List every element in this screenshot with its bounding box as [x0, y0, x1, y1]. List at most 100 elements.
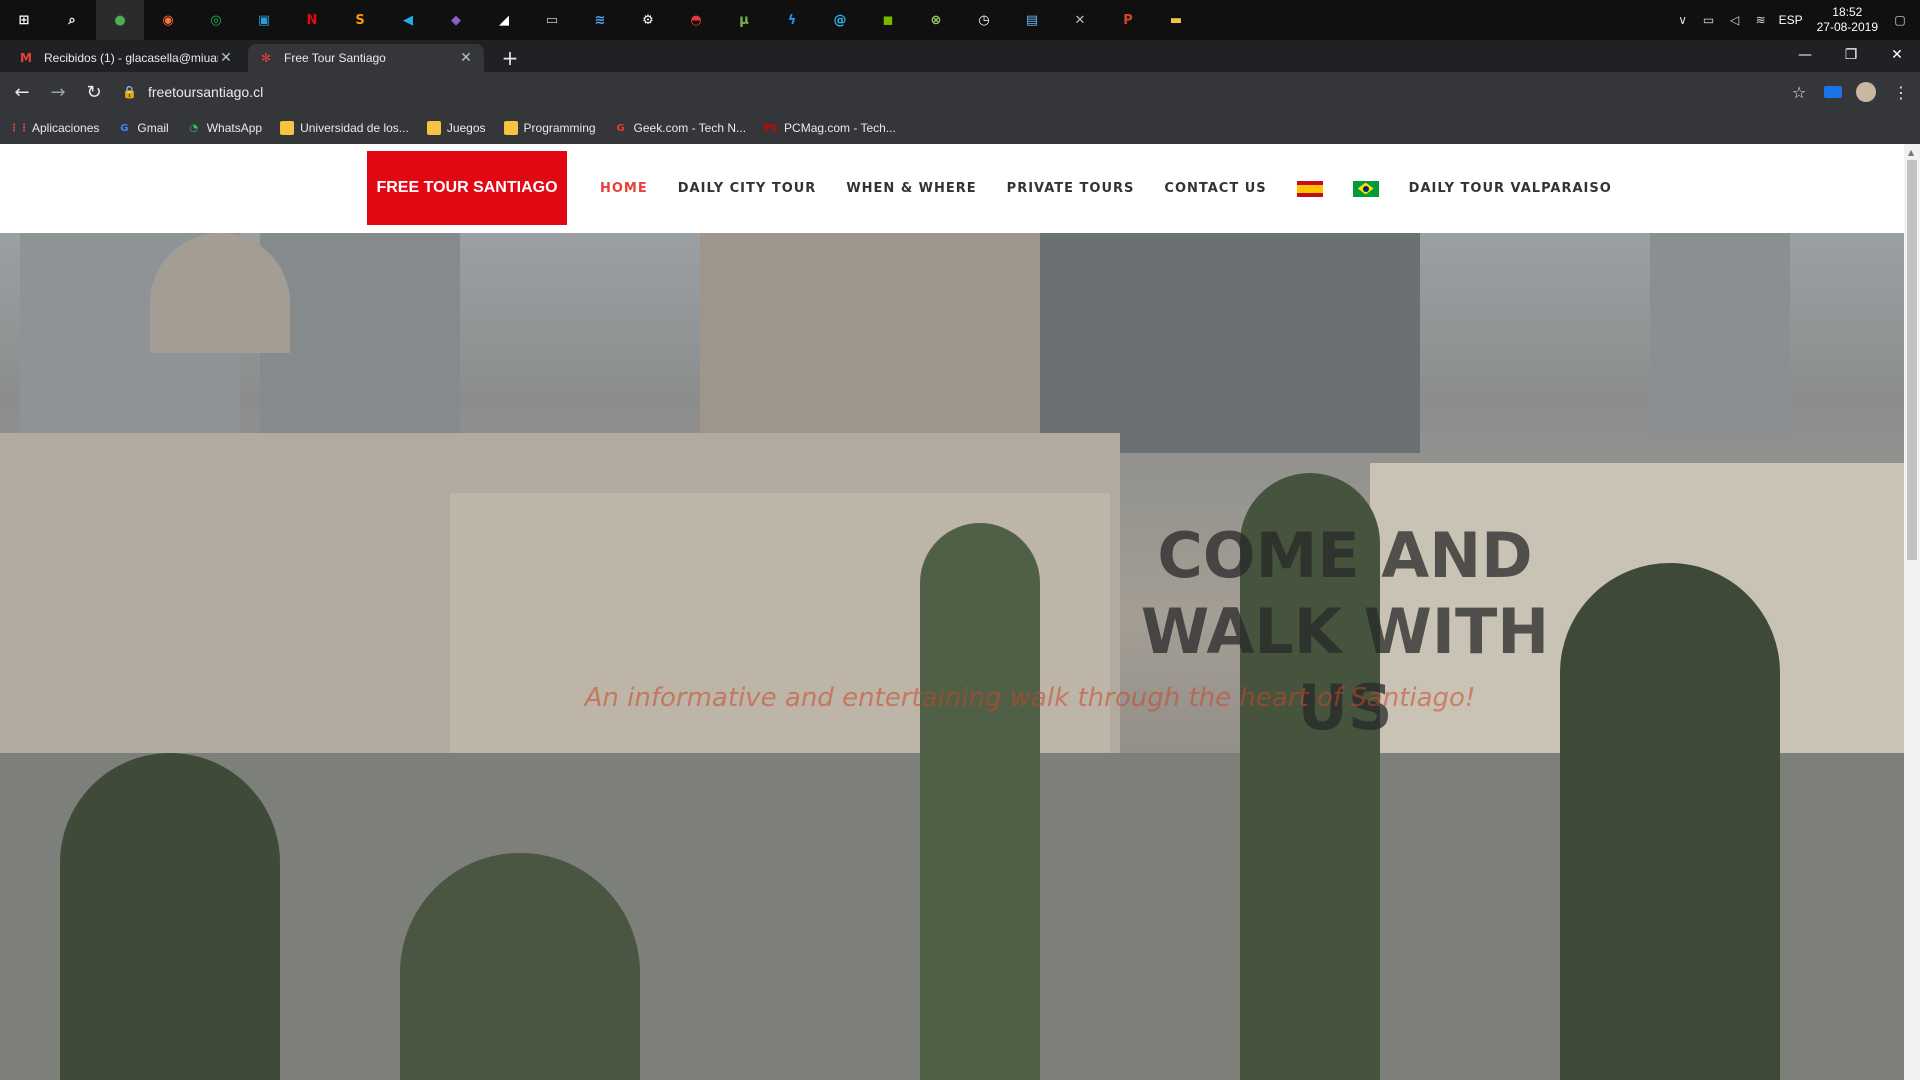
back-button[interactable]: ←	[8, 78, 36, 106]
taskbar-app-spiral-button[interactable]: @	[816, 0, 864, 40]
netflix-icon: N	[306, 12, 318, 28]
taskbar-xbox-button[interactable]: ⊗	[912, 0, 960, 40]
taskbar-search-button[interactable]: ⌕	[48, 0, 96, 40]
terminal-icon: ▭	[545, 12, 559, 28]
site-logo[interactable]: FREE TOUR SANTIAGO	[367, 151, 567, 225]
bookmark-item[interactable]: G Gmail	[117, 121, 168, 135]
new-tab-button[interactable]: +	[496, 44, 524, 72]
address-bar[interactable]: 🔒 freetoursantiago.cl	[118, 77, 1778, 107]
palm-tree	[400, 853, 640, 1080]
scrollbar-thumb[interactable]	[1907, 160, 1917, 560]
brazil-flag-icon[interactable]	[1352, 180, 1379, 197]
bookmark-item[interactable]: Universidad de los...	[280, 121, 409, 135]
menu-when-where[interactable]: WHEN & WHERE	[846, 181, 976, 196]
forward-button[interactable]: →	[44, 78, 72, 106]
bookmark-item[interactable]: PC PCMag.com - Tech...	[764, 121, 896, 135]
taskbar-app-red-button[interactable]: ◓	[672, 0, 720, 40]
extension-icon[interactable]	[1824, 86, 1842, 98]
scroll-up-icon[interactable]: ▲	[1908, 148, 1914, 157]
glass-tower	[1040, 233, 1420, 453]
taskbar-netflix-button[interactable]: N	[288, 0, 336, 40]
taskbar-app-screen-button[interactable]: ▤	[1008, 0, 1056, 40]
google-icon: G	[120, 122, 129, 134]
menu-daily-city-tour[interactable]: DAILY CITY TOUR	[678, 181, 817, 196]
whatsapp-icon: ◔	[189, 122, 199, 134]
tab-close-icon[interactable]: ✕	[218, 50, 234, 66]
bookmark-label: Programming	[523, 121, 596, 135]
notifications-icon[interactable]: ▢	[1892, 13, 1908, 27]
profile-avatar[interactable]	[1856, 82, 1876, 102]
taskbar-app-clock-button[interactable]: ◷	[960, 0, 1008, 40]
taskbar-app-x-button[interactable]: ✕	[1056, 0, 1104, 40]
menu-daily-tour-valparaiso[interactable]: DAILY TOUR VALPARAISO	[1409, 181, 1612, 196]
pcmag-icon: PC	[763, 122, 779, 134]
url-text[interactable]: freetoursantiago.cl	[148, 84, 263, 100]
bookmark-item[interactable]: ⋮⋮ Aplicaciones	[9, 121, 99, 135]
explorer-icon: ▬	[1169, 12, 1183, 28]
palm-tree	[920, 523, 1040, 1080]
taskbar-terminal-button[interactable]: ▭	[528, 0, 576, 40]
spanish-flag-icon[interactable]	[1296, 180, 1323, 197]
lock-icon[interactable]: 🔒	[122, 85, 140, 99]
taskbar-settings-button[interactable]: ⚙	[624, 0, 672, 40]
reload-button[interactable]: ↻	[80, 78, 108, 106]
bookmark-item[interactable]: Juegos	[426, 121, 486, 135]
app-stack-icon: ≋	[594, 12, 606, 28]
taskbar-visual-studio-button[interactable]: ◆	[432, 0, 480, 40]
menu-private-tours[interactable]: PRIVATE TOURS	[1007, 181, 1135, 196]
tab-gmail[interactable]: M Recibidos (1) - glacasella@miuan ✕	[8, 44, 244, 72]
menu-home[interactable]: HOME	[600, 181, 648, 196]
folder-icon	[503, 121, 518, 135]
tab-strip: M Recibidos (1) - glacasella@miuan ✕ ✻ F…	[0, 40, 1920, 72]
taskbar-explorer-button[interactable]: ▬	[1152, 0, 1200, 40]
site-favicon-icon: ✻	[260, 51, 272, 65]
close-window-button[interactable]: ✕	[1874, 40, 1920, 70]
hero-subtitle: An informative and entertaining walk thr…	[584, 683, 1476, 713]
sublime-icon: S	[355, 12, 365, 28]
language-indicator[interactable]: ESP	[1779, 13, 1803, 27]
battery-icon[interactable]: ▭	[1701, 13, 1717, 27]
bookmark-item[interactable]: ◔ WhatsApp	[187, 121, 262, 135]
restore-button[interactable]: ❐	[1828, 40, 1874, 70]
taskbar-nvidia-button[interactable]: ◼	[864, 0, 912, 40]
wifi-icon[interactable]: ≋	[1753, 13, 1769, 27]
taskbar-unity-button[interactable]: ◢	[480, 0, 528, 40]
bookmark-item[interactable]: Programming	[503, 121, 596, 135]
firefox-icon: ◉	[162, 12, 174, 28]
taskbar-powerpoint-button[interactable]: P	[1104, 0, 1152, 40]
xbox-icon: ⊗	[930, 12, 942, 28]
taskbar-spotify-button[interactable]: ◎	[192, 0, 240, 40]
menu-contact-us[interactable]: CONTACT US	[1164, 181, 1266, 196]
bookmark-label: Juegos	[446, 121, 486, 135]
taskbar-vscode-button[interactable]: ◀	[384, 0, 432, 40]
app-bolt-icon: ϟ	[787, 12, 797, 28]
clock[interactable]: 18:52 27-08-2019	[1813, 5, 1882, 35]
volume-icon[interactable]: ◁	[1727, 13, 1743, 27]
tab-free-tour-santiago[interactable]: ✻ Free Tour Santiago ✕	[248, 44, 484, 72]
geek-icon: G	[616, 122, 625, 134]
taskbar-utorrent-button[interactable]: μ	[720, 0, 768, 40]
taskbar-app-stack-button[interactable]: ≋	[576, 0, 624, 40]
taskbar-app-blue-button[interactable]: ▣	[240, 0, 288, 40]
bookmark-label: WhatsApp	[206, 121, 263, 135]
toolbar-actions: ☆ ⋮	[1788, 72, 1912, 112]
clock-time: 18:52	[1832, 5, 1863, 19]
bookmark-star-icon[interactable]: ☆	[1788, 83, 1810, 102]
taskbar-start-button[interactable]: ⊞	[0, 0, 48, 40]
taskbar-firefox-button[interactable]: ◉	[144, 0, 192, 40]
bookmark-item[interactable]: G Geek.com - Tech N...	[614, 121, 746, 135]
bookmark-label: Universidad de los...	[300, 121, 409, 135]
chrome-menu-icon[interactable]: ⋮	[1890, 83, 1912, 102]
taskbar-chrome-button[interactable]: ●	[96, 0, 144, 40]
minimize-button[interactable]: —	[1782, 40, 1828, 70]
windows-taskbar: ⊞ ⌕ ● ◉ ◎ ▣ N S ◀ ◆ ◢ ▭ ≋ ⚙ ◓ μ ϟ @ ◼ ⊗ ◷ ▤ ✕ P ▬ ∨ ▭ ◁ ≋ ESP 18…	[0, 0, 1920, 40]
folder-icon	[426, 121, 441, 135]
page-scrollbar[interactable]: ▲	[1904, 144, 1920, 1080]
taskbar-sublime-button[interactable]: S	[336, 0, 384, 40]
bookmark-label: Geek.com - Tech N...	[633, 121, 747, 135]
spotify-icon: ◎	[210, 12, 222, 28]
tab-close-icon[interactable]: ✕	[458, 50, 474, 66]
taskbar-app-bolt-button[interactable]: ϟ	[768, 0, 816, 40]
site-header: FREE TOUR SANTIAGO HOME DAILY CITY TOUR …	[0, 144, 1904, 233]
tray-chevron-icon[interactable]: ∨	[1675, 13, 1691, 27]
